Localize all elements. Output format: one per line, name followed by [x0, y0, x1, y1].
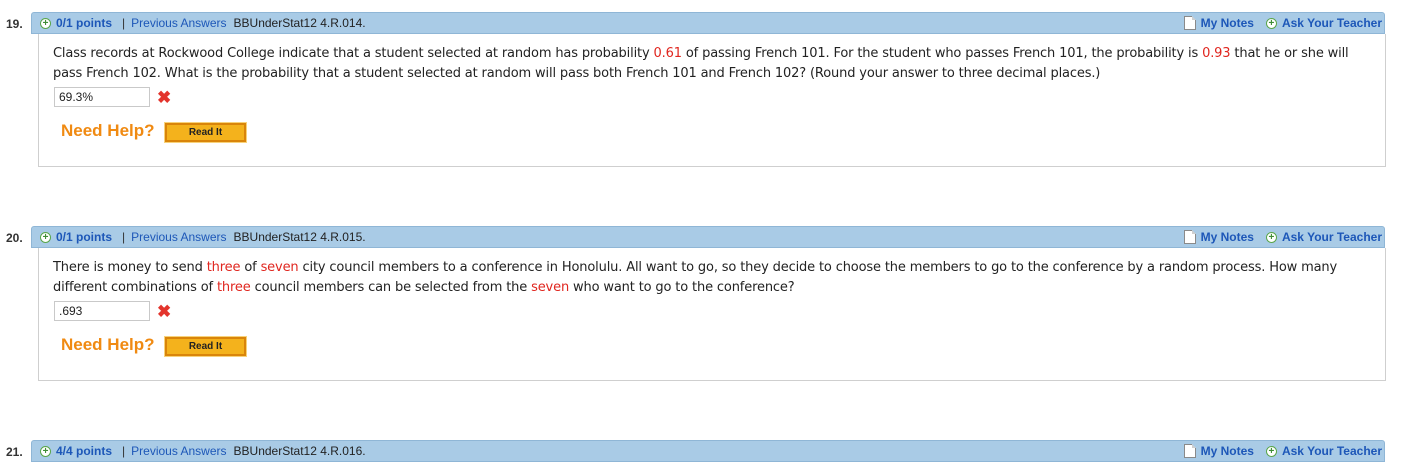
previous-answers-link[interactable]: Previous Answers — [131, 230, 226, 244]
separator: | — [122, 444, 126, 458]
question-number: 20. — [6, 231, 23, 245]
question-text-part: of passing French 101. For the student w… — [681, 46, 1203, 61]
previous-answers-link[interactable]: Previous Answers — [131, 444, 226, 458]
points-link[interactable]: 0/1 points — [56, 230, 112, 244]
question-code: BBUnderStat12 4.R.015. — [233, 230, 366, 244]
my-notes-link[interactable]: My Notes — [1201, 16, 1254, 30]
ask-teacher-link[interactable]: Ask Your Teacher — [1282, 16, 1382, 30]
question-text-part: There is money to send — [53, 260, 207, 275]
plus-icon[interactable]: + — [1265, 445, 1277, 457]
incorrect-icon: ✖ — [157, 302, 172, 321]
answer-input[interactable]: .693 — [54, 301, 150, 321]
question-text: There is money to send three of seven ci… — [53, 258, 1373, 298]
answer-input[interactable]: 69.3% — [54, 87, 150, 107]
plus-icon[interactable]: + — [40, 17, 51, 29]
notes-icon[interactable] — [1183, 16, 1196, 30]
question-text-part: Class records at Rockwood College indica… — [53, 46, 654, 61]
plus-icon[interactable]: + — [1265, 231, 1277, 243]
points-link[interactable]: 0/1 points — [56, 16, 112, 30]
question-variable: seven — [260, 260, 299, 275]
ask-teacher-link[interactable]: Ask Your Teacher — [1282, 230, 1382, 244]
question-text-part: who want to go to the conference? — [569, 280, 795, 295]
notes-icon[interactable] — [1183, 444, 1196, 458]
incorrect-icon: ✖ — [157, 88, 172, 107]
question-text: Class records at Rockwood College indica… — [53, 44, 1373, 84]
my-notes-link[interactable]: My Notes — [1201, 444, 1254, 458]
plus-icon[interactable]: + — [40, 231, 51, 243]
read-it-button[interactable]: Read It — [164, 122, 247, 143]
question-header-bar: + 0/1 points | Previous Answers BBUnderS… — [31, 226, 1385, 248]
ask-teacher-link[interactable]: Ask Your Teacher — [1282, 444, 1382, 458]
question-header-bar: + 0/1 points | Previous Answers BBUnderS… — [31, 12, 1385, 34]
question-text-part: of — [240, 260, 261, 275]
question-code: BBUnderStat12 4.R.014. — [233, 16, 366, 30]
question-variable: three — [206, 260, 241, 275]
notes-icon[interactable] — [1183, 230, 1196, 244]
points-link[interactable]: 4/4 points — [56, 444, 112, 458]
plus-icon[interactable]: + — [40, 445, 51, 457]
separator: | — [122, 230, 126, 244]
question-number: 19. — [6, 17, 23, 31]
question-variable: 0.61 — [653, 46, 683, 61]
my-notes-link[interactable]: My Notes — [1201, 230, 1254, 244]
plus-icon[interactable]: + — [1265, 17, 1277, 29]
need-help-label: Need Help? — [61, 335, 155, 354]
read-it-button[interactable]: Read It — [164, 336, 247, 357]
question-variable: 0.93 — [1202, 46, 1231, 61]
question-code: BBUnderStat12 4.R.016. — [233, 444, 366, 458]
need-help-label: Need Help? — [61, 121, 155, 140]
question-variable: seven — [531, 280, 570, 295]
previous-answers-link[interactable]: Previous Answers — [131, 16, 226, 30]
question-variable: three — [216, 280, 251, 295]
separator: | — [122, 16, 126, 30]
question-text-part: council members can be selected from the — [250, 280, 532, 295]
question-number: 21. — [6, 445, 23, 459]
